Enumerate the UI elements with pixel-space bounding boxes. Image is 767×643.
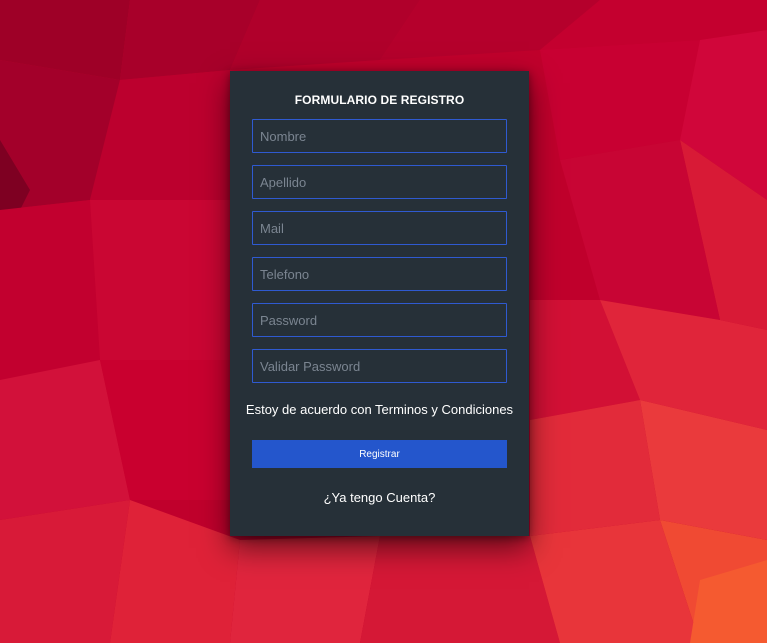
nombre-input[interactable]	[252, 119, 507, 153]
form-title: FORMULARIO DE REGISTRO	[294, 93, 465, 107]
registration-form: FORMULARIO DE REGISTRO Estoy de acuerdo …	[230, 71, 529, 536]
terms-link[interactable]: Estoy de acuerdo con Terminos y Condicio…	[230, 402, 529, 417]
validar-password-input[interactable]	[252, 349, 507, 383]
mail-input[interactable]	[252, 211, 507, 245]
password-input[interactable]	[252, 303, 507, 337]
have-account-link[interactable]: ¿Ya tengo Cuenta?	[230, 490, 529, 505]
registrar-button[interactable]: Registrar	[252, 440, 507, 468]
apellido-input[interactable]	[252, 165, 507, 199]
telefono-input[interactable]	[252, 257, 507, 291]
